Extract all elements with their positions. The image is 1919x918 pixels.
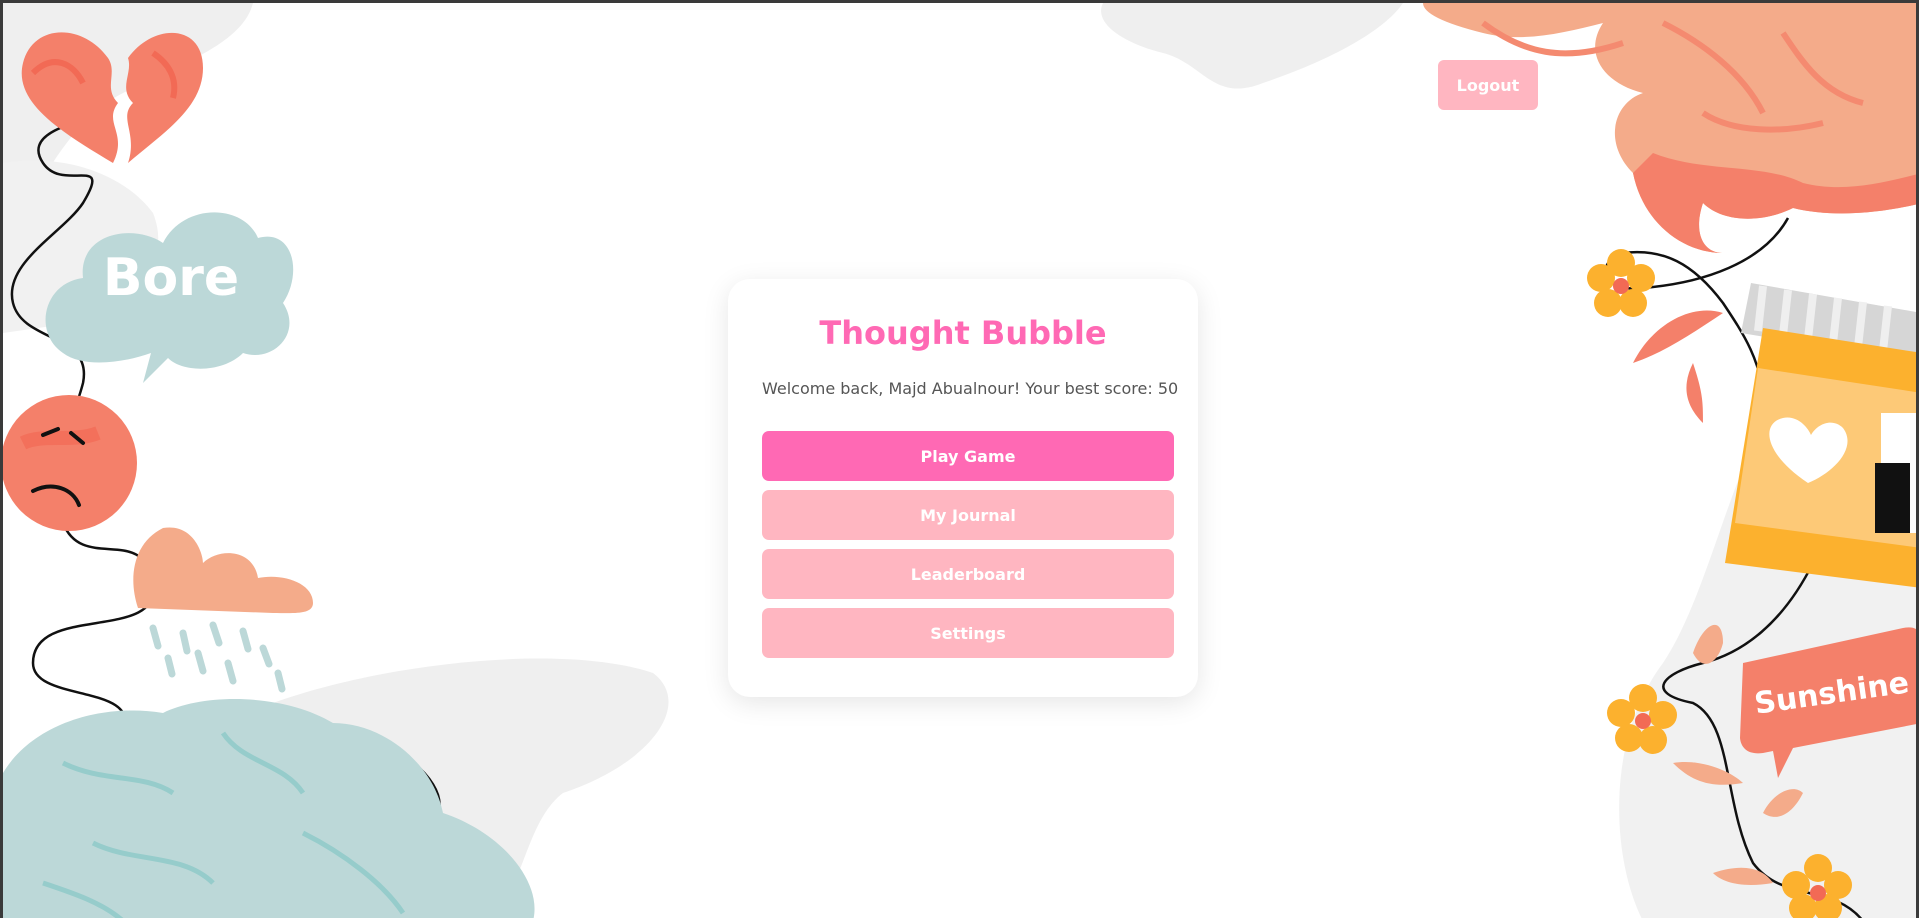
settings-button[interactable]: Settings [762,608,1174,658]
my-journal-button[interactable]: My Journal [762,490,1174,540]
app-window: Bore Sunshine Logout Thought Bubble Welc… [0,0,1919,918]
leaf-pink-right [1633,310,1723,423]
bore-bubble-text: Bore [103,248,239,308]
logout-button[interactable]: Logout [1438,60,1538,110]
rain-cloud-illustration [133,527,313,693]
welcome-message: Welcome back, Majd Abualnour! Your best … [762,379,1179,398]
pill-bottle-illustration [1725,283,1916,588]
play-game-button[interactable]: Play Game [762,431,1174,481]
leaderboard-button[interactable]: Leaderboard [762,549,1174,599]
main-menu-card: Thought Bubble Welcome back, Majd Abualn… [728,279,1198,697]
app-title: Thought Bubble [819,314,1107,352]
gray-blob-top-center [1101,3,1403,89]
sad-face-illustration [3,395,137,531]
peach-brain-illustration [1423,3,1916,253]
flower-top-right [1587,249,1655,317]
